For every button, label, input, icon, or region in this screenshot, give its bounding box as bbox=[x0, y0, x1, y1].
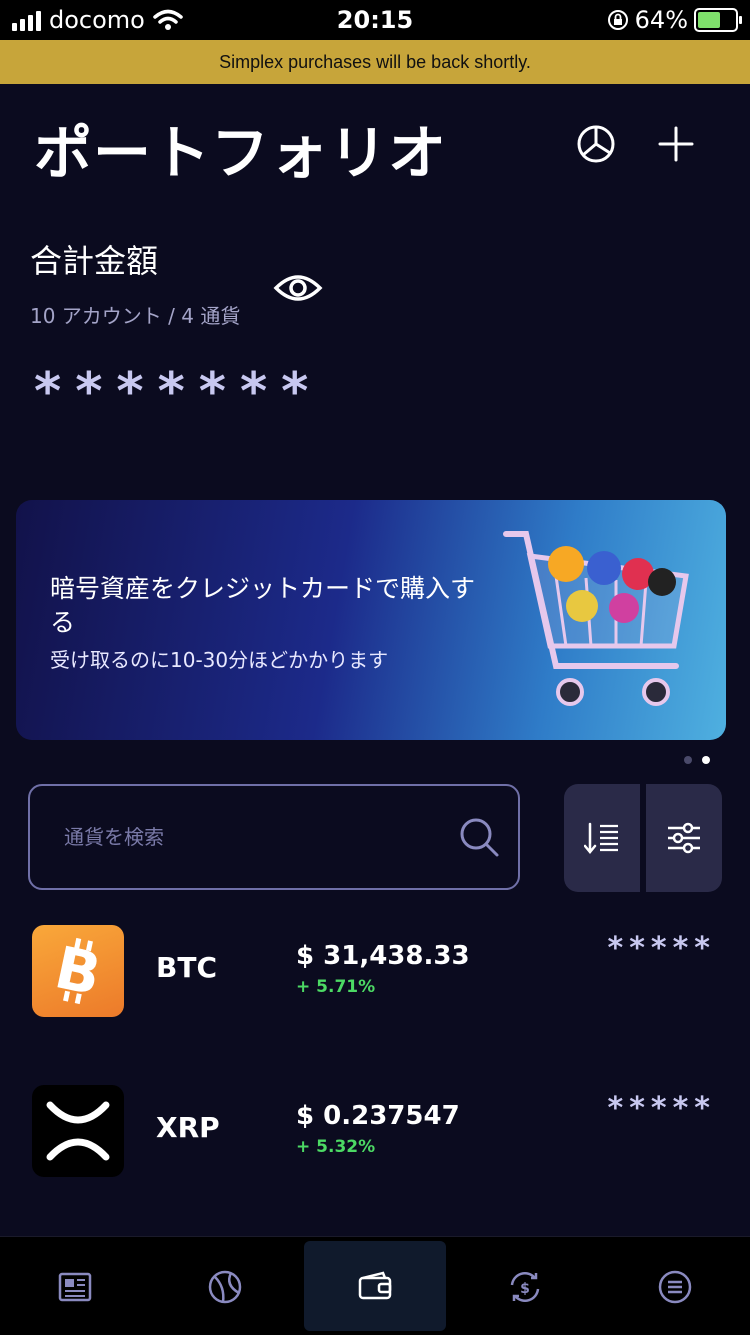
svg-text:$: $ bbox=[520, 1281, 530, 1297]
accounts-summary: 10 アカウント / 4 通貨 bbox=[30, 304, 241, 328]
filter-button[interactable] bbox=[646, 784, 722, 892]
plus-icon bbox=[658, 126, 694, 162]
search-input[interactable] bbox=[62, 816, 446, 858]
promo-title: 暗号資産をクレジットカードで購入する bbox=[50, 574, 476, 637]
tab-wallet[interactable] bbox=[300, 1237, 450, 1335]
pie-chart-icon bbox=[577, 125, 615, 163]
page-title: ポートフォリオ bbox=[34, 119, 448, 187]
total-amount-hidden: ******* bbox=[34, 362, 323, 422]
carousel-dot[interactable] bbox=[684, 756, 692, 764]
menu-icon bbox=[658, 1270, 692, 1304]
markets-icon bbox=[208, 1270, 242, 1304]
tab-menu[interactable] bbox=[600, 1237, 750, 1335]
search-box[interactable] bbox=[28, 784, 520, 890]
coin-price: $ 31,438.33 bbox=[296, 941, 470, 971]
rotation-lock-icon bbox=[607, 10, 628, 30]
tab-news[interactable] bbox=[0, 1237, 150, 1335]
exchange-icon: $ bbox=[510, 1271, 540, 1303]
coin-row-xrp[interactable]: XRP $ 0.237547 + 5.32% ***** bbox=[0, 1085, 750, 1185]
total-label: 合計金額 bbox=[30, 242, 159, 280]
bitcoin-icon: B bbox=[32, 925, 124, 1017]
coin-price: $ 0.237547 bbox=[296, 1101, 460, 1131]
coin-change: + 5.71% bbox=[296, 977, 376, 997]
news-icon bbox=[58, 1272, 92, 1302]
promo-subtitle: 受け取るのに10-30分ほどかかります bbox=[50, 648, 389, 672]
promo-banner[interactable]: 暗号資産をクレジットカードで購入する 受け取るのに10-30分ほどかかります bbox=[16, 500, 726, 740]
sort-button[interactable] bbox=[564, 784, 640, 892]
filter-sliders-icon bbox=[668, 822, 700, 854]
coin-balance-hidden: ***** bbox=[607, 1091, 716, 1126]
battery-percent: 64% bbox=[634, 6, 688, 34]
carousel-dot-active[interactable] bbox=[702, 756, 710, 764]
tab-markets[interactable] bbox=[150, 1237, 300, 1335]
add-account-button[interactable] bbox=[654, 122, 698, 166]
coin-balance-hidden: ***** bbox=[607, 931, 716, 966]
shopping-cart-illustration bbox=[503, 531, 689, 706]
battery-icon bbox=[694, 8, 742, 32]
notice-banner: Simplex purchases will be back shortly. bbox=[0, 40, 750, 84]
status-right: 64% bbox=[607, 6, 742, 34]
portfolio-chart-button[interactable] bbox=[574, 122, 618, 166]
sort-icon bbox=[584, 822, 618, 854]
search-icon[interactable] bbox=[458, 816, 500, 858]
tab-exchange[interactable]: $ bbox=[450, 1237, 600, 1335]
toggle-visibility-button[interactable] bbox=[272, 268, 324, 308]
eye-icon bbox=[273, 275, 323, 301]
coin-symbol: BTC bbox=[156, 951, 217, 984]
status-bar: docomo 20:15 64% bbox=[0, 0, 750, 40]
coin-change: + 5.32% bbox=[296, 1137, 376, 1157]
bottom-tab-bar: $ bbox=[0, 1236, 750, 1335]
coin-symbol: XRP bbox=[156, 1111, 220, 1144]
wallet-icon bbox=[358, 1271, 392, 1300]
carousel-indicator[interactable] bbox=[684, 756, 710, 764]
coin-row-btc[interactable]: B BTC $ 31,438.33 + 5.71% ***** bbox=[0, 925, 750, 1025]
xrp-icon bbox=[32, 1085, 124, 1177]
